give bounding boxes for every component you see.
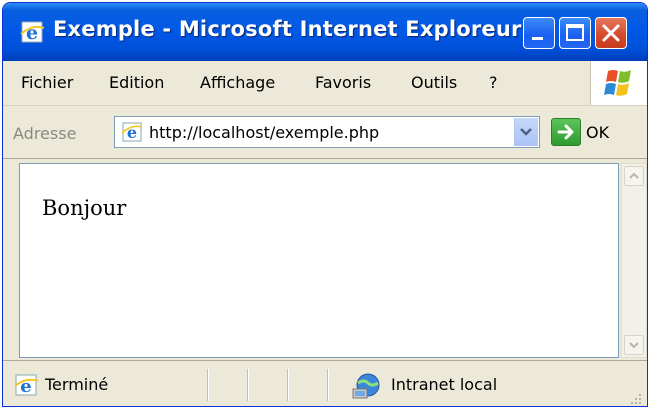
page-icon: e	[121, 121, 143, 143]
address-bar: Adresse e http://localhost/exemple.php O	[3, 106, 647, 159]
status-bar: e Terminé Intranet local	[3, 360, 647, 406]
zone-text: Intranet local	[391, 375, 498, 394]
menu-favoris[interactable]: Favoris	[315, 73, 371, 92]
chevron-down-icon	[515, 128, 537, 150]
title-bar[interactable]: e Exemple - Microsoft Internet Exploreur	[3, 3, 647, 61]
chevron-down-icon	[625, 339, 643, 358]
page-done-icon: e	[13, 373, 39, 397]
svg-text:e: e	[26, 22, 38, 44]
status-text: Terminé	[45, 375, 109, 394]
menu-edition[interactable]: Edition	[109, 73, 164, 92]
page-text: Bonjour	[42, 196, 127, 220]
windows-logo-box	[590, 61, 647, 105]
status-divider	[247, 369, 249, 401]
go-label[interactable]: OK	[586, 123, 609, 142]
page-content: Bonjour	[19, 163, 619, 358]
vertical-scrollbar[interactable]	[621, 163, 647, 358]
status-divider	[287, 369, 289, 401]
scroll-down-button[interactable]	[624, 335, 644, 355]
window-title: Exemple - Microsoft Internet Exploreur	[53, 17, 522, 41]
chevron-up-icon	[625, 170, 643, 189]
go-button[interactable]	[551, 118, 581, 146]
status-divider	[327, 369, 329, 401]
address-input[interactable]: e http://localhost/exemple.php	[114, 116, 540, 148]
menu-outils[interactable]: Outils	[411, 73, 457, 92]
menu-help[interactable]: ?	[489, 73, 498, 92]
address-label: Adresse	[13, 124, 77, 143]
close-button[interactable]	[595, 17, 627, 49]
minimize-button[interactable]	[523, 17, 555, 49]
maximize-button[interactable]	[559, 17, 591, 49]
menu-bar: Fichier Edition Affichage Favoris Outils…	[3, 61, 647, 106]
menu-affichage[interactable]: Affichage	[200, 73, 275, 92]
intranet-zone-icon	[350, 370, 386, 400]
menu-fichier[interactable]: Fichier	[21, 73, 73, 92]
resize-grip-icon[interactable]	[629, 391, 643, 405]
address-dropdown-button[interactable]	[514, 118, 538, 146]
address-url: http://localhost/exemple.php	[149, 123, 380, 142]
ie-logo-icon: e	[19, 20, 45, 44]
browser-window: e Exemple - Microsoft Internet Exploreur…	[2, 2, 648, 407]
arrow-right-icon	[552, 124, 580, 149]
status-divider	[207, 369, 209, 401]
scroll-up-button[interactable]	[624, 166, 644, 186]
